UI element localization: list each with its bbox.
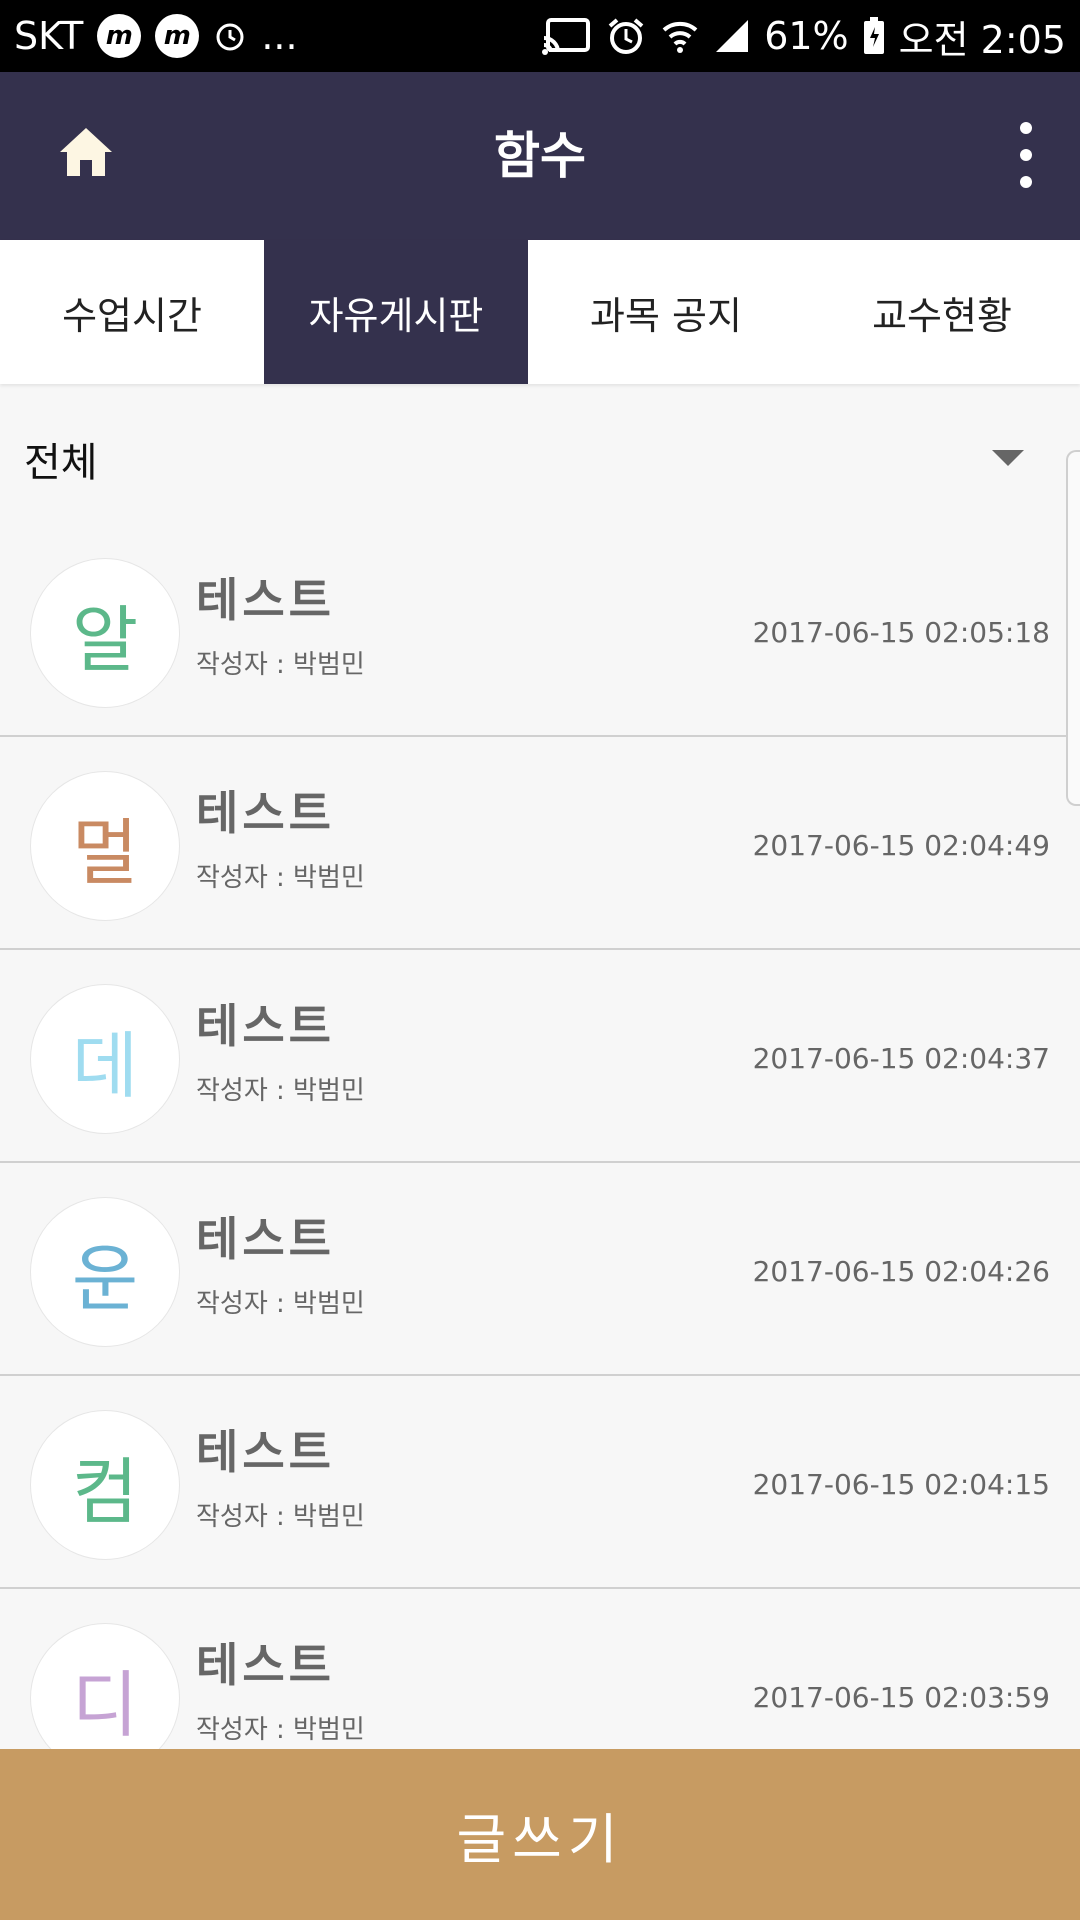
post-author: 작성자 : 박범민 [196,1502,365,1532]
page-title: 함수 [494,127,586,185]
tab-class-time[interactable]: 수업시간 [0,240,264,384]
status-right: 61% 오전 2:05 [542,9,1066,64]
wifi-icon [660,16,700,56]
avatar: 디 [30,1623,180,1749]
list-item[interactable]: 데 테스트 작성자 : 박범민 2017-06-15 02:04:37 [0,950,1080,1163]
avatar-initial: 알 [71,597,139,682]
list-item[interactable]: 운 테스트 작성자 : 박범민 2017-06-15 02:04:26 [0,1163,1080,1376]
avatar: 데 [30,984,180,1134]
battery-icon [863,17,885,55]
more-options-button[interactable] [1002,122,1050,188]
post-title: 테스트 [196,1212,335,1266]
avatar-initial: 컴 [71,1449,139,1534]
avatar-initial: 데 [71,1023,139,1108]
filter-selected-label: 전체 [24,440,98,486]
post-author: 작성자 : 박범민 [196,1076,365,1106]
post-date: 2017-06-15 02:04:15 [752,1468,1050,1501]
avatar-initial: 운 [71,1236,139,1321]
list-item[interactable]: 컴 테스트 작성자 : 박범민 2017-06-15 02:04:15 [0,1376,1080,1589]
avatar-initial: 디 [71,1662,139,1747]
avatar: 알 [30,558,180,708]
post-author: 작성자 : 박범민 [196,863,365,893]
alarm-icon [213,19,247,53]
more-vert-dot [1020,176,1032,188]
home-icon [60,128,112,176]
tab-professor-status[interactable]: 교수현황 [804,240,1080,384]
list-item[interactable]: 디 테스트 작성자 : 박범민 2017-06-15 02:03:59 [0,1589,1080,1749]
tab-free-board[interactable]: 자유게시판 [264,240,528,384]
dropdown-arrow-icon [992,450,1024,466]
post-list: 알 테스트 작성자 : 박범민 2017-06-15 02:05:18 멀 테스… [0,524,1080,1749]
post-date: 2017-06-15 02:04:26 [752,1255,1050,1288]
post-date: 2017-06-15 02:04:49 [752,829,1050,862]
more-notifications: ... [261,14,298,58]
write-post-button[interactable]: 글쓰기 [0,1749,1080,1920]
clock: 오전 2:05 [898,17,1066,62]
post-date: 2017-06-15 02:03:59 [752,1681,1050,1714]
post-date: 2017-06-15 02:04:37 [752,1042,1050,1075]
more-vert-icon [1020,122,1032,134]
avatar: 컴 [30,1410,180,1560]
m-app-icon: m [97,14,142,58]
post-title: 테스트 [196,999,335,1053]
m-app-icon: m [155,14,200,58]
avatar-initial: 멀 [71,810,139,895]
post-date: 2017-06-15 02:05:18 [752,616,1050,649]
app-bar: 함수 [0,72,1080,240]
post-title: 테스트 [196,1638,335,1692]
post-title: 테스트 [196,786,335,840]
battery-percent: 61% [764,14,849,58]
home-button[interactable] [56,122,116,182]
category-filter-dropdown[interactable]: 전체 [0,384,1080,524]
post-title: 테스트 [196,573,335,627]
more-vert-dot [1020,149,1032,161]
status-left: SKT m m ... [14,14,298,58]
avatar: 멀 [30,771,180,921]
scrollbar[interactable] [1066,450,1080,806]
post-author: 작성자 : 박범민 [196,650,365,680]
post-author: 작성자 : 박범민 [196,1715,365,1745]
tab-bar: 수업시간 자유게시판 과목 공지 교수현황 [0,240,1080,384]
post-author: 작성자 : 박범민 [196,1289,365,1319]
signal-icon [714,18,750,54]
avatar: 운 [30,1197,180,1347]
status-bar: SKT m m ... 61% 오전 2:05 [0,0,1080,72]
list-item[interactable]: 알 테스트 작성자 : 박범민 2017-06-15 02:05:18 [0,524,1080,737]
alarm-clock-icon [606,16,646,56]
list-item[interactable]: 멀 테스트 작성자 : 박범민 2017-06-15 02:04:49 [0,737,1080,950]
cast-icon [542,16,592,56]
post-title: 테스트 [196,1425,335,1479]
carrier-label: SKT [14,14,84,58]
tab-subject-notice[interactable]: 과목 공지 [528,240,804,384]
